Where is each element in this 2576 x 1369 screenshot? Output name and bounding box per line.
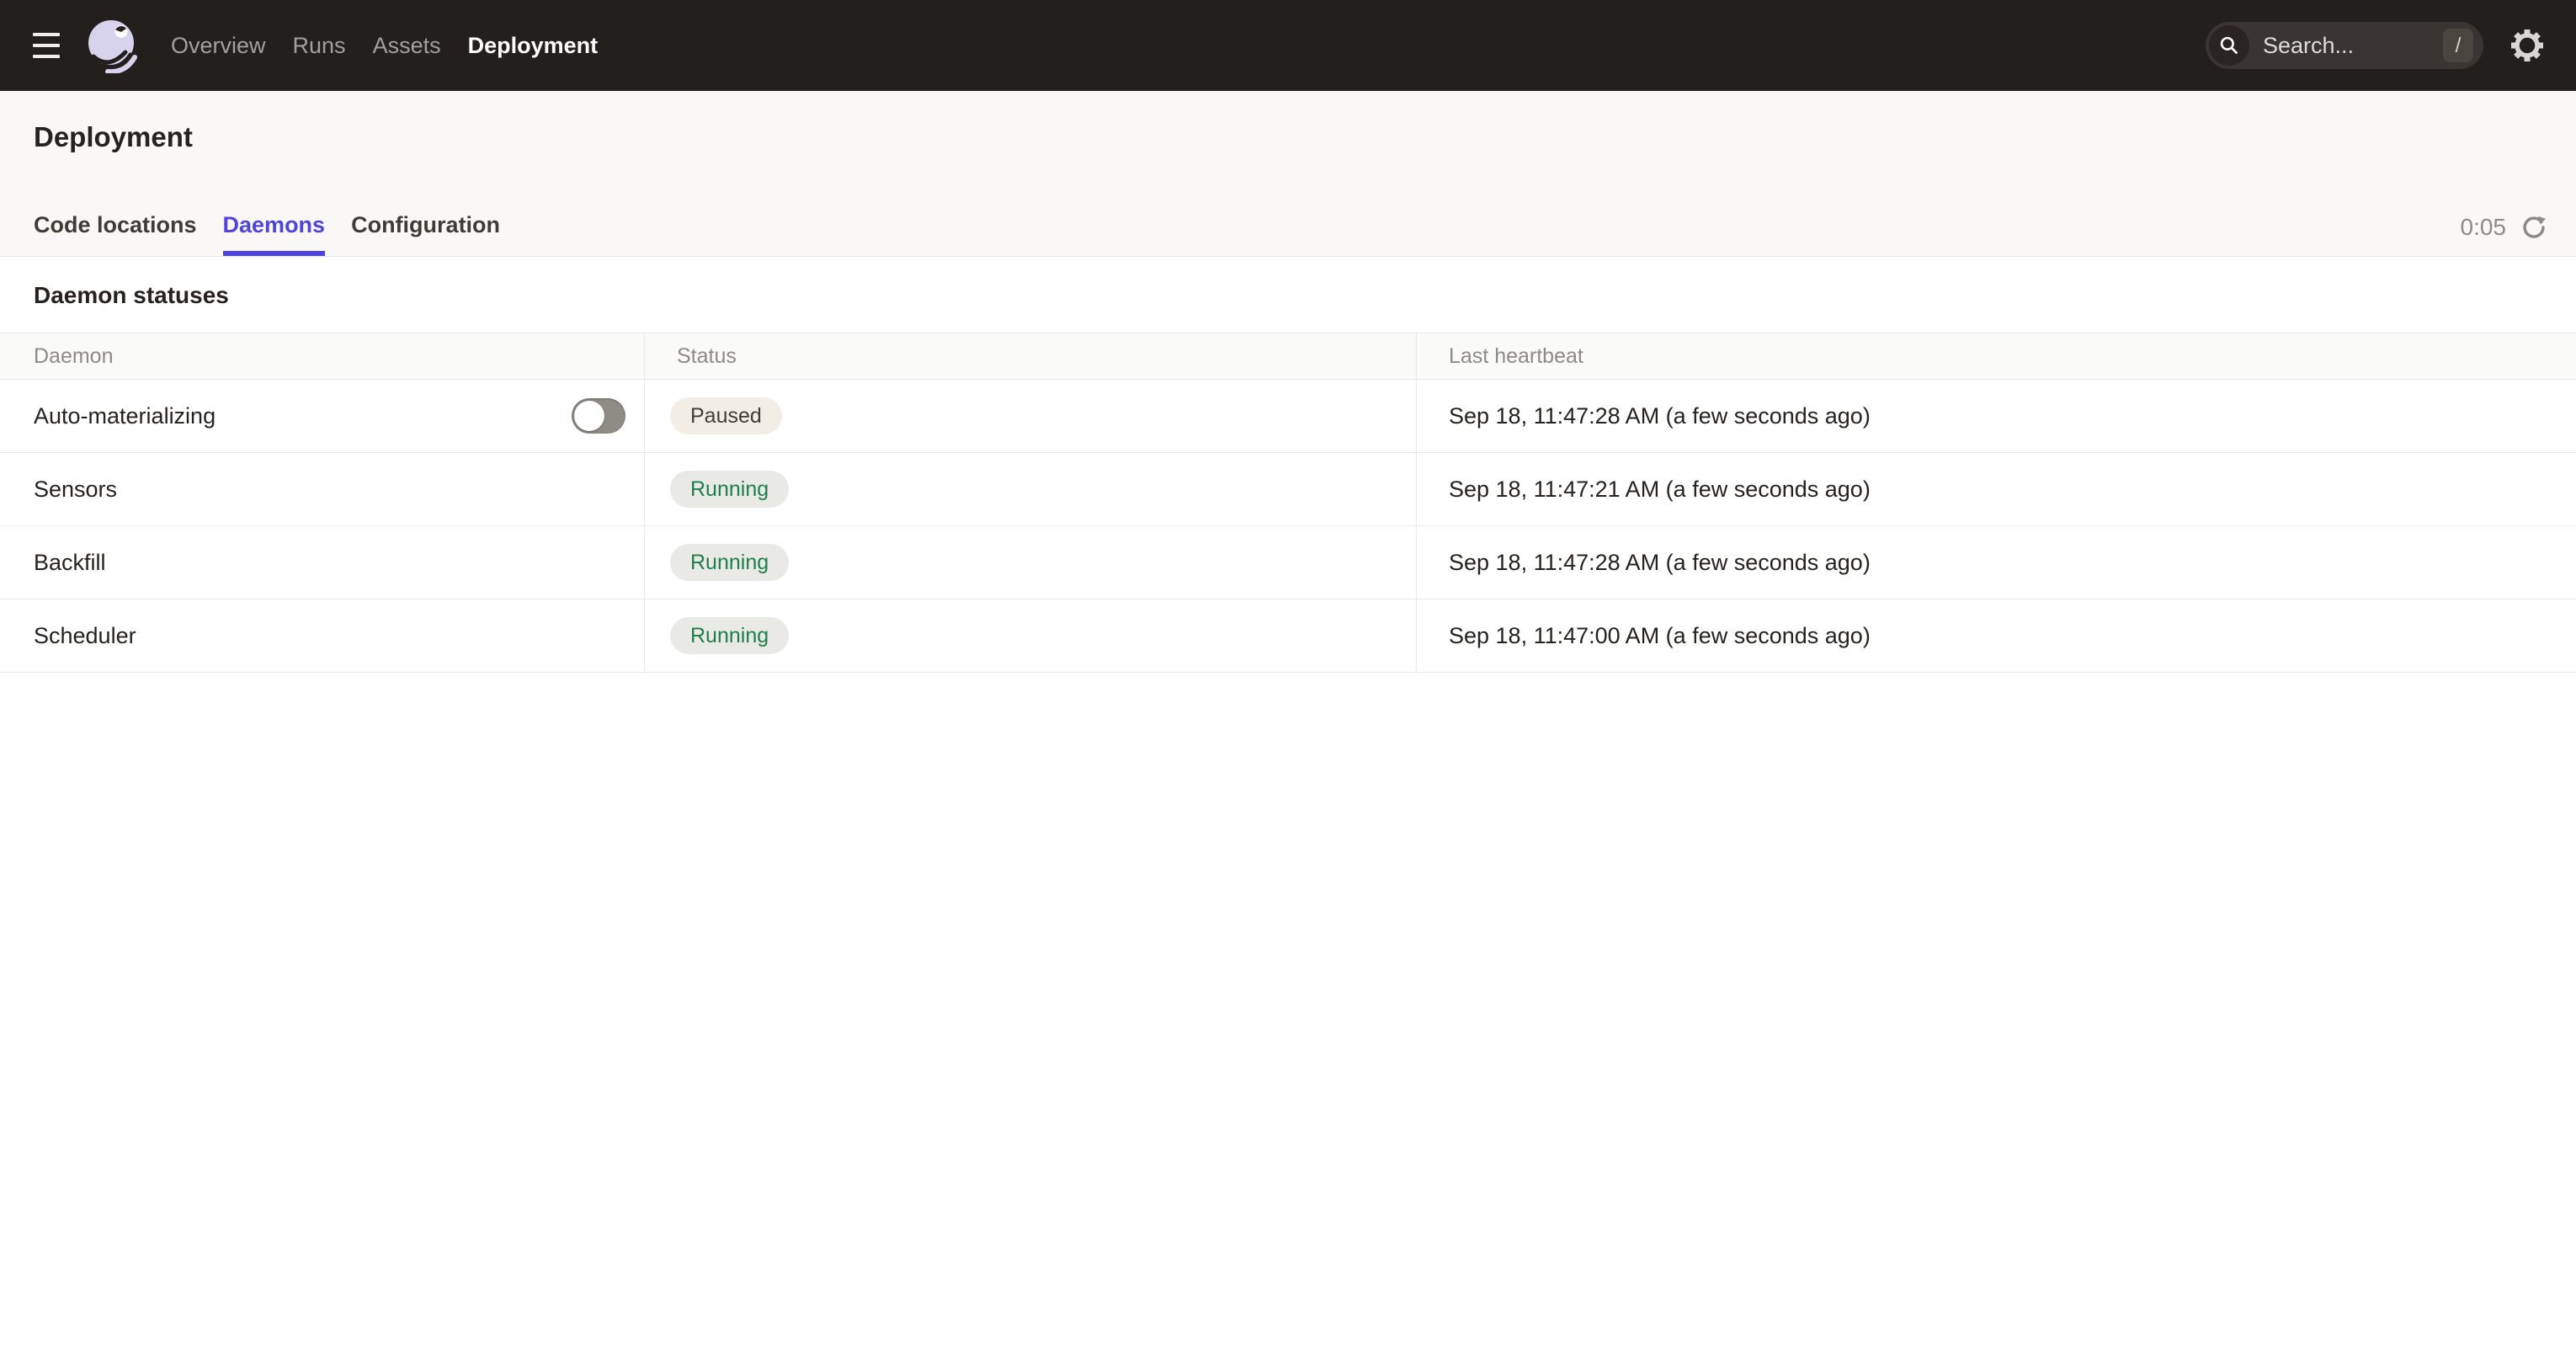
last-heartbeat: Sep 18, 11:47:21 AM (a few seconds ago) — [1449, 477, 1871, 503]
daemon-name: Scheduler — [34, 623, 136, 649]
table-row: Auto-materializing Paused Sep 18, 11:47:… — [0, 380, 2576, 453]
deployment-tabs: Code locations Daemons Configuration — [34, 212, 2542, 256]
nav-item-deployment[interactable]: Deployment — [468, 33, 599, 59]
table-row: Scheduler Running Sep 18, 11:47:00 AM (a… — [0, 599, 2576, 673]
status-badge: Paused — [670, 397, 782, 434]
gear-icon[interactable] — [2509, 27, 2546, 64]
nav-item-runs[interactable]: Runs — [293, 33, 346, 59]
column-header-daemon: Daemon — [0, 333, 644, 379]
search-icon — [2209, 25, 2249, 66]
refresh-area: 0:05 — [2461, 214, 2548, 241]
column-header-last-heartbeat: Last heartbeat — [1416, 333, 2576, 379]
page-title: Deployment — [34, 91, 2542, 153]
global-search[interactable]: / — [2206, 22, 2483, 69]
table-body: Auto-materializing Paused Sep 18, 11:47:… — [0, 380, 2576, 673]
table-header: Daemon Status Last heartbeat — [0, 333, 2576, 380]
table-row: Sensors Running Sep 18, 11:47:21 AM (a f… — [0, 453, 2576, 526]
column-header-status: Status — [644, 333, 1416, 379]
daemon-name: Backfill — [34, 550, 106, 576]
search-input[interactable] — [2263, 33, 2443, 59]
nav-item-assets[interactable]: Assets — [373, 33, 441, 59]
top-nav-bar: Overview Runs Assets Deployment / — [0, 0, 2576, 91]
toggle-knob — [574, 401, 604, 431]
daemon-table: Daemon Status Last heartbeat Auto-materi… — [0, 333, 2576, 673]
tab-configuration[interactable]: Configuration — [351, 212, 500, 256]
last-heartbeat: Sep 18, 11:47:28 AM (a few seconds ago) — [1449, 550, 1871, 576]
last-heartbeat: Sep 18, 11:47:00 AM (a few seconds ago) — [1449, 623, 1871, 649]
nav-item-overview[interactable]: Overview — [171, 33, 266, 59]
dagster-logo[interactable] — [85, 18, 141, 73]
table-row: Backfill Running Sep 18, 11:47:28 AM (a … — [0, 526, 2576, 599]
refresh-countdown: 0:05 — [2461, 214, 2507, 241]
search-shortcut-key: / — [2443, 29, 2473, 62]
primary-nav: Overview Runs Assets Deployment — [171, 33, 598, 59]
status-badge: Running — [670, 471, 789, 508]
tab-daemons[interactable]: Daemons — [223, 212, 326, 256]
daemon-name: Sensors — [34, 477, 117, 503]
last-heartbeat: Sep 18, 11:47:28 AM (a few seconds ago) — [1449, 403, 1871, 429]
refresh-icon[interactable] — [2520, 214, 2547, 241]
section-heading: Daemon statuses — [0, 257, 2576, 333]
daemon-name: Auto-materializing — [34, 403, 216, 429]
page-header: Deployment Code locations Daemons Config… — [0, 91, 2576, 257]
status-badge: Running — [670, 544, 789, 581]
tab-code-locations[interactable]: Code locations — [34, 212, 197, 256]
hamburger-menu-icon[interactable] — [33, 33, 60, 58]
status-badge: Running — [670, 617, 789, 654]
daemon-toggle[interactable] — [572, 398, 625, 434]
